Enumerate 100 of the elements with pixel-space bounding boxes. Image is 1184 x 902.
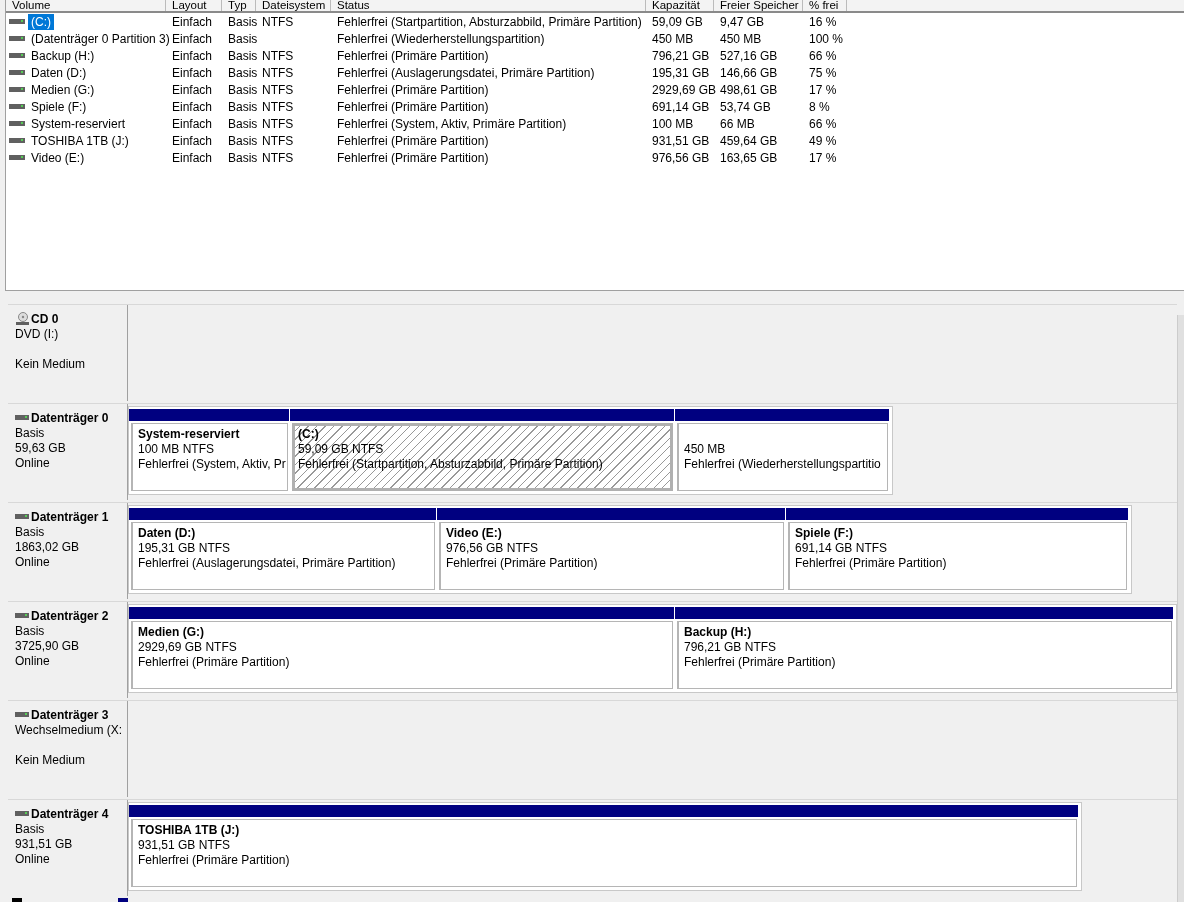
table-cell: 9,47 GB bbox=[720, 14, 765, 29]
table-cell: Fehlerfrei (Wiederherstellungspartition) bbox=[337, 31, 545, 46]
table-cell: 59,09 GB bbox=[652, 14, 703, 29]
partition-bar[interactable] bbox=[129, 803, 1078, 817]
partition-status: Fehlerfrei (Auslagerungsdatei, Primäre Partition) bbox=[138, 556, 397, 571]
table-cell[interactable]: (Datenträger 0 Partition 3) bbox=[28, 30, 173, 47]
partition-box[interactable]: System-reserviert 100 MB NTFS Fehlerfrei (System, Aktiv, Pr bbox=[131, 423, 288, 491]
partition-bar[interactable] bbox=[129, 407, 289, 421]
disk-status: Kein Medium bbox=[15, 357, 87, 372]
disk-name: Datenträger 2 bbox=[31, 609, 109, 623]
table-cell: NTFS bbox=[262, 65, 294, 80]
table-cell[interactable]: Backup (H:) bbox=[28, 47, 98, 64]
partition-status: Fehlerfrei (Wiederherstellungspartitio bbox=[684, 457, 882, 472]
partition-box[interactable]: Video (E:) 976,56 GB NTFS Fehlerfrei (Primäre Partition) bbox=[439, 522, 784, 590]
partition-bar[interactable] bbox=[437, 506, 785, 520]
partition-size: 59,09 GB NTFS bbox=[298, 442, 385, 457]
partition-bar[interactable] bbox=[290, 407, 674, 421]
column-header[interactable]: Kapazität bbox=[646, 0, 714, 11]
table-cell: Einfach bbox=[172, 14, 213, 29]
table-cell: Einfach bbox=[172, 82, 213, 97]
disk-info: Online bbox=[15, 456, 51, 471]
table-cell: Fehlerfrei (System, Aktiv, Primäre Partition) bbox=[337, 116, 567, 131]
partition-size: 195,31 GB NTFS bbox=[138, 541, 232, 556]
table-cell: Basis bbox=[228, 82, 258, 97]
partition-name: Backup (H:) bbox=[684, 625, 752, 639]
partition-bar[interactable] bbox=[786, 506, 1128, 520]
column-header[interactable]: Layout bbox=[166, 0, 222, 11]
table-cell: Basis bbox=[228, 48, 258, 63]
partition-box[interactable]: 450 MB Fehlerfrei (Wiederherstellungspartitio bbox=[677, 423, 888, 491]
table-cell: Fehlerfrei (Primäre Partition) bbox=[337, 82, 489, 97]
table-cell: Fehlerfrei (Auslagerungsdatei, Primäre Partition) bbox=[337, 65, 595, 80]
drive-icon bbox=[9, 17, 25, 26]
partition-box[interactable]: (C:) 59,09 GB NTFS Fehlerfrei (Startpartition, Absturzabbild, Primäre Partition) bbox=[292, 423, 673, 491]
disk-info: Basis bbox=[15, 525, 46, 540]
partition-bar[interactable] bbox=[129, 605, 674, 619]
table-cell[interactable]: Daten (D:) bbox=[28, 64, 90, 81]
drive-icon bbox=[9, 51, 25, 60]
column-header[interactable]: Volume bbox=[6, 0, 166, 11]
table-cell: 2929,69 GB bbox=[652, 82, 717, 97]
table-cell: NTFS bbox=[262, 82, 294, 97]
table-cell[interactable]: Spiele (F:) bbox=[28, 98, 90, 115]
column-header[interactable]: Status bbox=[331, 0, 646, 11]
drive-icon bbox=[9, 102, 25, 111]
table-cell: Fehlerfrei (Primäre Partition) bbox=[337, 133, 489, 148]
table-cell: 796,21 GB bbox=[652, 48, 710, 63]
drive-icon bbox=[9, 119, 25, 128]
table-cell: 53,74 GB bbox=[720, 99, 771, 114]
table-cell[interactable]: (C:) bbox=[28, 13, 54, 30]
partition-size: 796,21 GB NTFS bbox=[684, 640, 778, 655]
drive-icon bbox=[9, 85, 25, 94]
column-header[interactable]: Typ bbox=[222, 0, 256, 11]
table-cell[interactable]: Video (E:) bbox=[28, 149, 88, 166]
scrollbar[interactable] bbox=[1177, 315, 1184, 902]
partition-size: 100 MB NTFS bbox=[138, 442, 216, 457]
partition-bar[interactable] bbox=[129, 506, 436, 520]
column-header[interactable]: % frei bbox=[803, 0, 847, 11]
table-cell: Basis bbox=[228, 116, 258, 131]
partition-bar[interactable] bbox=[675, 605, 1173, 619]
partition-name: Spiele (F:) bbox=[795, 526, 853, 540]
table-cell: NTFS bbox=[262, 133, 294, 148]
table-cell[interactable]: TOSHIBA 1TB (J:) bbox=[28, 132, 132, 149]
table-cell: NTFS bbox=[262, 99, 294, 114]
partition-name: TOSHIBA 1TB (J:) bbox=[138, 823, 240, 837]
column-header[interactable]: Freier Speicher bbox=[714, 0, 803, 11]
table-cell: 450 MB bbox=[720, 31, 762, 46]
table-cell: Einfach bbox=[172, 31, 213, 46]
table-cell: 8 % bbox=[809, 99, 830, 114]
disk-name: Datenträger 1 bbox=[31, 510, 109, 524]
partition-box[interactable]: TOSHIBA 1TB (J:) 931,51 GB NTFS Fehlerfrei (Primäre Partition) bbox=[131, 819, 1077, 887]
table-cell: 75 % bbox=[809, 65, 837, 80]
table-cell[interactable]: System-reserviert bbox=[28, 115, 128, 132]
disk-info: Basis bbox=[15, 624, 46, 639]
disk-info: 59,63 GB bbox=[15, 441, 67, 456]
table-cell: 931,51 GB bbox=[652, 133, 710, 148]
partition-size: 691,14 GB NTFS bbox=[795, 541, 889, 556]
partition-name: Video (E:) bbox=[446, 526, 502, 540]
table-cell: 66 % bbox=[809, 48, 837, 63]
partition-size: 976,56 GB NTFS bbox=[446, 541, 540, 556]
table-cell: Einfach bbox=[172, 65, 213, 80]
partition-box[interactable]: Daten (D:) 195,31 GB NTFS Fehlerfrei (Auslagerungsdatei, Primäre Partition) bbox=[131, 522, 435, 590]
disk-name: Datenträger 0 bbox=[31, 411, 109, 425]
column-header[interactable]: Dateisystem bbox=[256, 0, 331, 11]
table-cell: 195,31 GB bbox=[652, 65, 710, 80]
table-cell[interactable]: Medien (G:) bbox=[28, 81, 98, 98]
disk-status: Kein Medium bbox=[15, 753, 87, 768]
disk-info: Basis bbox=[15, 426, 46, 441]
partition-status: Fehlerfrei (Startpartition, Absturzabbild, Primäre Partition) bbox=[298, 457, 604, 472]
partition-box[interactable]: Backup (H:) 796,21 GB NTFS Fehlerfrei (Primäre Partition) bbox=[677, 621, 1172, 689]
partition-size: 2929,69 GB NTFS bbox=[138, 640, 238, 655]
table-cell: 498,61 GB bbox=[720, 82, 778, 97]
partition-box[interactable]: Medien (G:) 2929,69 GB NTFS Fehlerfrei (Primäre Partition) bbox=[131, 621, 673, 689]
table-cell: 450 MB bbox=[652, 31, 694, 46]
disk-name: CD 0 bbox=[31, 312, 59, 326]
table-cell: Basis bbox=[228, 14, 258, 29]
table-cell: Basis bbox=[228, 133, 258, 148]
disk-info: Basis bbox=[15, 822, 46, 837]
partition-box[interactable]: Spiele (F:) 691,14 GB NTFS Fehlerfrei (Primäre Partition) bbox=[788, 522, 1127, 590]
partition-bar[interactable] bbox=[675, 407, 889, 421]
table-cell: Fehlerfrei (Startpartition, Absturzabbild, Primäre Partition) bbox=[337, 14, 642, 29]
table-cell: 16 % bbox=[809, 14, 837, 29]
